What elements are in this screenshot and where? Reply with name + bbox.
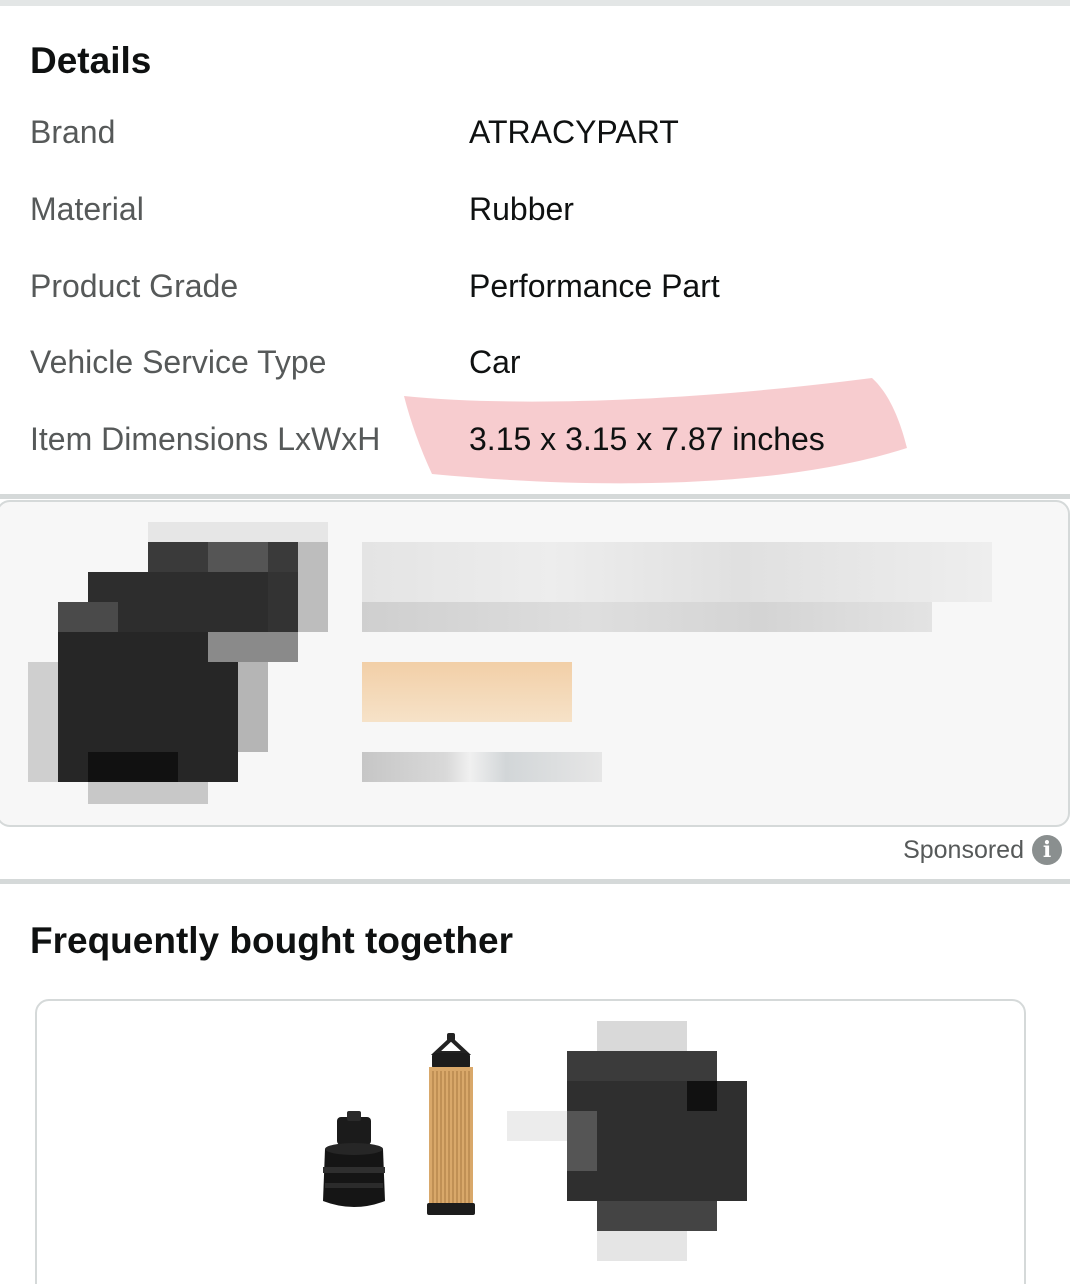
frequently-bought-card xyxy=(35,999,1026,1284)
detail-label: Product Grade xyxy=(30,268,239,304)
ad-title-blurred-line2[interactable] xyxy=(362,602,932,632)
section-divider xyxy=(0,494,1070,499)
oil-filter-cap-icon[interactable] xyxy=(317,1109,392,1214)
info-icon[interactable]: i xyxy=(1032,835,1062,865)
detail-label: Item Dimensions LxWxH xyxy=(30,421,381,457)
ad-product-image[interactable] xyxy=(28,522,328,807)
detail-value: Performance Part xyxy=(469,268,720,304)
pixelated-product-icon[interactable] xyxy=(507,1021,757,1281)
detail-value: Car xyxy=(469,344,521,380)
detail-value: 3.15 x 3.15 x 7.87 inches xyxy=(469,421,825,457)
sponsored-indicator[interactable]: Sponsored i xyxy=(903,832,1062,868)
ad-rating-blurred xyxy=(362,752,602,782)
details-heading: Details xyxy=(30,40,152,81)
sponsored-label: Sponsored xyxy=(903,835,1024,864)
detail-row-vehicle-service-type: Vehicle Service Type Car xyxy=(0,344,1070,404)
ad-title-blurred[interactable] xyxy=(362,542,992,602)
sponsored-ad-card[interactable] xyxy=(0,500,1070,827)
detail-label: Vehicle Service Type xyxy=(30,344,327,380)
section-divider xyxy=(0,879,1070,884)
ad-price-blurred xyxy=(362,662,572,722)
detail-value: Rubber xyxy=(469,191,574,227)
detail-label: Brand xyxy=(30,114,116,150)
detail-label: Material xyxy=(30,191,144,227)
oil-filter-cartridge-icon[interactable] xyxy=(422,1031,482,1221)
detail-row-item-dimensions: Item Dimensions LxWxH 3.15 x 3.15 x 7.87… xyxy=(0,421,1070,481)
detail-row-brand: Brand ATRACYPART xyxy=(0,114,1070,174)
product-page: Details Brand ATRACYPART Material Rubber… xyxy=(0,0,1070,1284)
detail-row-product-grade: Product Grade Performance Part xyxy=(0,268,1070,328)
detail-value: ATRACYPART xyxy=(469,114,679,150)
detail-row-material: Material Rubber xyxy=(0,191,1070,251)
frequently-bought-heading: Frequently bought together xyxy=(30,920,514,961)
top-divider xyxy=(0,0,1070,6)
